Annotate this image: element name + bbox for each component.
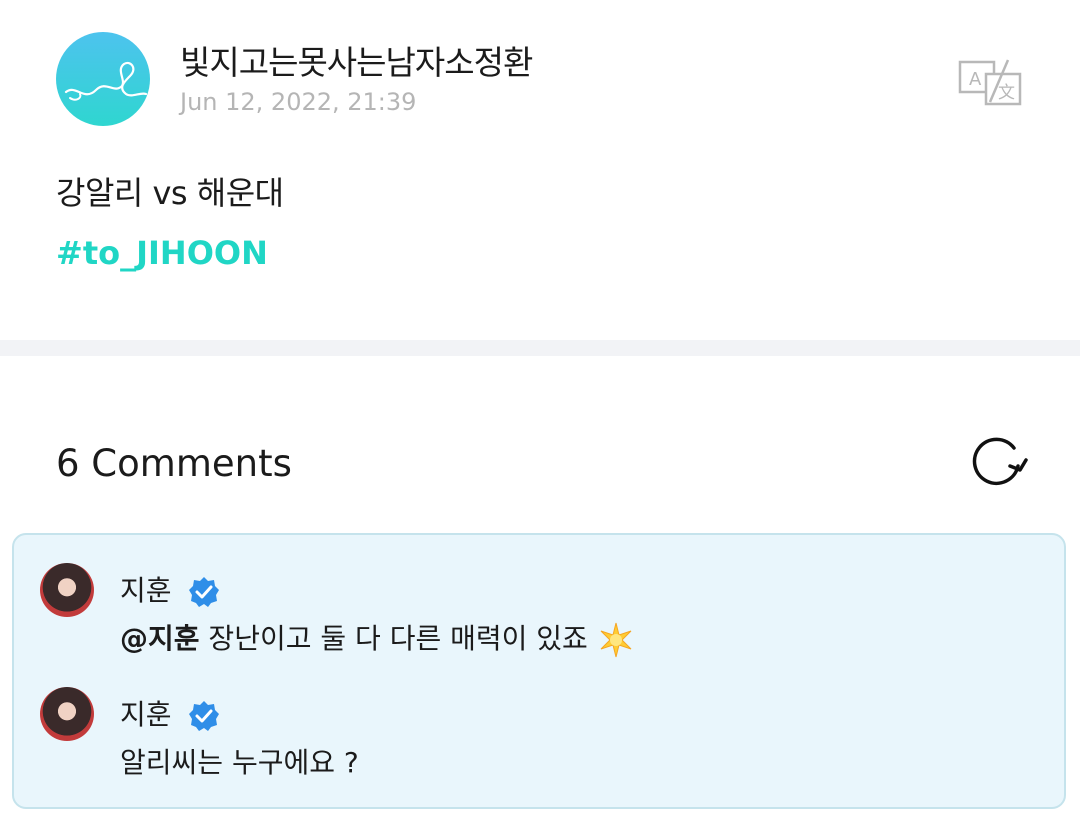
translate-button[interactable]: A 文 bbox=[958, 58, 1024, 106]
comment-body: 알리씨는 누구에요 ? bbox=[120, 746, 359, 779]
comment-author[interactable]: 지훈 bbox=[120, 693, 220, 733]
sparkle-emoji bbox=[600, 622, 632, 658]
comment-body: 장난이고 둘 다 다른 매력이 있죠 bbox=[199, 622, 588, 655]
heart-ribbon-icon bbox=[64, 61, 148, 101]
post-author-name[interactable]: 빛지고는못사는남자소정환 bbox=[180, 36, 533, 84]
comments-box: 지훈 @지훈 장난이고 둘 다 다른 매력이 있죠 지훈 알리씨는 누구에요 ? bbox=[12, 533, 1066, 809]
svg-text:文: 文 bbox=[998, 83, 1015, 103]
author-avatar[interactable] bbox=[56, 32, 150, 126]
mention-link[interactable]: @지훈 bbox=[120, 622, 200, 655]
post-body: 강알리 vs 해운대 #to_JIHOON bbox=[56, 168, 284, 272]
comment-author[interactable]: 지훈 bbox=[120, 569, 220, 609]
svg-text:A: A bbox=[969, 69, 982, 90]
commenter-avatar[interactable] bbox=[40, 563, 94, 617]
comment-author-name: 지훈 bbox=[120, 574, 172, 607]
comments-count-title: 6 Comments bbox=[56, 442, 292, 485]
post-header: 빛지고는못사는남자소정환 Jun 12, 2022, 21:39 A 文 bbox=[56, 32, 1024, 128]
post-text: 강알리 vs 해운대 bbox=[56, 174, 284, 212]
refresh-button[interactable] bbox=[972, 436, 1028, 488]
refresh-icon bbox=[972, 437, 1028, 486]
translate-icon: A 文 bbox=[958, 59, 1022, 106]
commenter-avatar[interactable] bbox=[40, 687, 94, 741]
verified-badge-icon bbox=[189, 577, 220, 607]
comment-author-name: 지훈 bbox=[120, 698, 172, 731]
post-timestamp: Jun 12, 2022, 21:39 bbox=[180, 88, 417, 116]
comment-text: 알리씨는 누구에요 ? bbox=[120, 741, 359, 781]
comment-text: @지훈 장난이고 둘 다 다른 매력이 있죠 bbox=[120, 617, 634, 658]
hashtag-link[interactable]: #to_JIHOON bbox=[56, 234, 284, 272]
section-divider bbox=[0, 340, 1080, 356]
verified-badge-icon bbox=[189, 701, 220, 731]
